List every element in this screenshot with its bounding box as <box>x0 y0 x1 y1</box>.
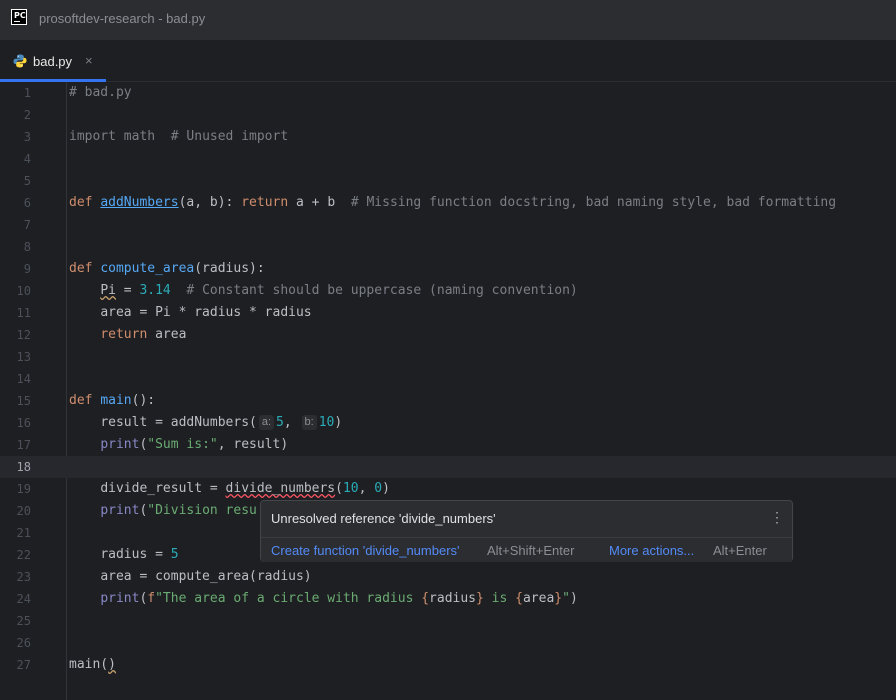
line-number: 7 <box>23 218 31 232</box>
pycharm-logo-icon: PC <box>11 9 27 25</box>
code-line: 15 def main(): <box>0 390 896 412</box>
code-line: 17 print("Sum is:", result) <box>0 434 896 456</box>
parameter-hint: a: <box>258 415 275 430</box>
more-actions-link[interactable]: More actions... <box>609 543 694 558</box>
code-line: 13 <box>0 346 896 368</box>
line-number: 8 <box>23 240 31 254</box>
line-number: 1 <box>23 86 31 100</box>
code-text: main() <box>69 657 116 672</box>
code-text: radius = 5 <box>100 547 179 562</box>
title-bar: PC prosoftdev-research - bad.py <box>0 0 896 40</box>
code-line: 16 result = addNumbers(a: 5, b: 10) <box>0 412 896 434</box>
code-line: 11 area = Pi * radius * radius <box>0 302 896 324</box>
code-line: 5 <box>0 170 896 192</box>
parameter-hint: b: <box>301 415 317 430</box>
tab-label: bad.py <box>33 54 73 69</box>
line-number: 19 <box>16 482 31 496</box>
code-text: import math # Unused import <box>69 129 289 144</box>
code-text: result = addNumbers(a: 5, b: 10) <box>100 415 343 430</box>
code-line: 9 def compute_area(radius): <box>0 258 896 280</box>
code-text: print("Sum is:", result) <box>100 437 289 452</box>
code-line: 10 Pi = 3.14 # Constant should be upperc… <box>0 280 896 302</box>
function-name: addNumbers <box>100 195 179 210</box>
line-number: 6 <box>23 196 31 210</box>
line-number: 4 <box>23 152 31 166</box>
code-text: divide_result = divide_numbers(10, 0) <box>100 481 390 496</box>
code-line: 7 <box>0 214 896 236</box>
code-text: def addNumbers(a, b): return a + b # Mis… <box>69 195 837 210</box>
line-number: 25 <box>16 614 31 628</box>
more-actions-shortcut: Alt+Enter <box>713 543 767 558</box>
line-number: 17 <box>16 438 31 452</box>
create-function-action[interactable]: Create function 'divide_numbers' <box>271 543 460 558</box>
line-number: 11 <box>16 306 31 320</box>
line-number: 23 <box>16 570 31 584</box>
code-line: 27 main() <box>0 654 896 676</box>
line-number: 16 <box>16 416 31 430</box>
code-line: 26 <box>0 632 896 654</box>
line-number: 2 <box>23 108 31 122</box>
code-line: 2 <box>0 104 896 126</box>
code-text: Pi = 3.14 # Constant should be uppercase… <box>100 283 578 298</box>
code-line: 24 print(f"The area of a circle with rad… <box>0 588 896 610</box>
code-text: area = compute_area(radius) <box>100 569 312 584</box>
code-text: area = Pi * radius * radius <box>100 305 312 320</box>
inspection-popup: Unresolved reference 'divide_numbers' ⋮ … <box>260 500 793 562</box>
code-line: 3 import math # Unused import <box>0 126 896 148</box>
code-editor[interactable]: 1 # bad.py 2 3 import math # Unused impo… <box>0 82 896 700</box>
create-function-shortcut: Alt+Shift+Enter <box>487 543 575 558</box>
window-title: prosoftdev-research - bad.py <box>39 11 206 26</box>
code-text: print("Division resu <box>100 503 257 518</box>
line-number: 27 <box>16 658 31 672</box>
code-line: 6 def addNumbers(a, b): return a + b # M… <box>0 192 896 214</box>
code-line-current: 18 <box>0 456 896 478</box>
line-number: 13 <box>16 350 31 364</box>
code-text: # bad.py <box>69 85 132 100</box>
line-number: 10 <box>16 284 31 298</box>
line-number: 14 <box>16 372 31 386</box>
code-line: 1 # bad.py <box>0 82 896 104</box>
line-number: 12 <box>16 328 31 342</box>
more-options-icon[interactable]: ⋮ <box>770 509 784 526</box>
python-icon <box>13 54 27 68</box>
line-number: 3 <box>23 130 31 144</box>
line-number: 22 <box>16 548 31 562</box>
code-text: print(f"The area of a circle with radius… <box>100 591 578 606</box>
line-number: 5 <box>23 174 31 188</box>
line-number: 15 <box>16 394 31 408</box>
line-number: 21 <box>16 526 31 540</box>
editor-tab-bar: bad.py × <box>0 40 896 82</box>
code-text: def compute_area(radius): <box>69 261 265 276</box>
line-number: 26 <box>16 636 31 650</box>
line-number: 20 <box>16 504 31 518</box>
unresolved-reference: divide_numbers <box>225 481 336 496</box>
code-line: 8 <box>0 236 896 258</box>
code-line: 23 area = compute_area(radius) <box>0 566 896 588</box>
code-line: 14 <box>0 368 896 390</box>
line-number: 24 <box>16 592 31 606</box>
close-icon[interactable]: × <box>85 53 93 68</box>
popup-message: Unresolved reference 'divide_numbers' <box>271 511 496 526</box>
code-text: return area <box>100 327 187 342</box>
line-number: 18 <box>16 460 31 474</box>
popup-actions: Create function 'divide_numbers' Alt+Shi… <box>261 538 792 562</box>
tab-bad-py[interactable]: bad.py × <box>0 40 106 82</box>
code-line: 25 <box>0 610 896 632</box>
code-text: def main(): <box>69 393 156 408</box>
code-line: 12 return area <box>0 324 896 346</box>
line-number: 9 <box>23 262 31 276</box>
code-line: 19 divide_result = divide_numbers(10, 0) <box>0 478 896 500</box>
code-line: 4 <box>0 148 896 170</box>
